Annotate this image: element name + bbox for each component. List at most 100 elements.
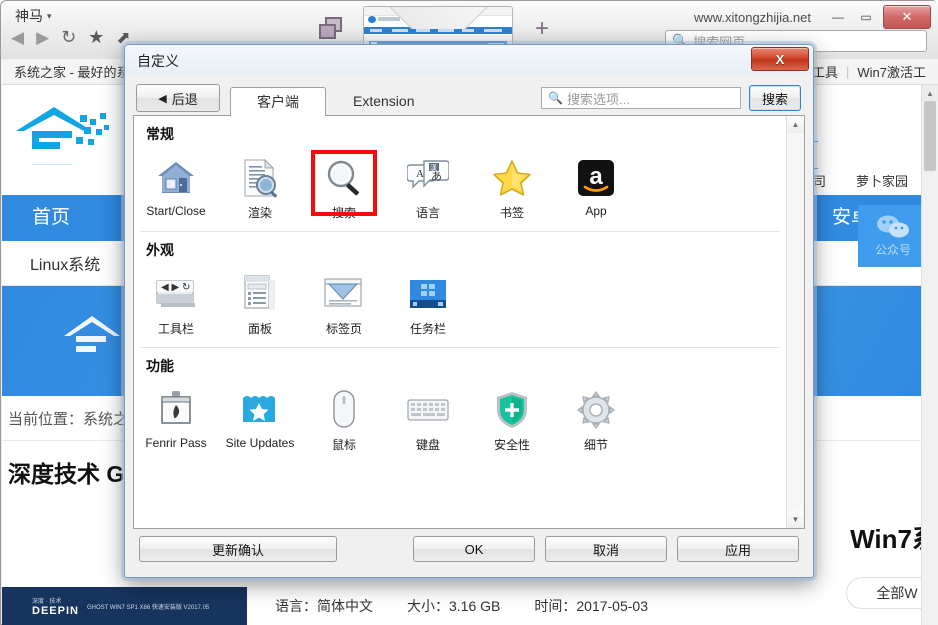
amazon-app-icon: a — [577, 156, 615, 200]
section-title: 功能 — [146, 358, 174, 374]
item-language[interactable]: A 漢 あ 语言 — [386, 150, 470, 225]
back-button-label: 后退 — [171, 91, 198, 107]
deepin-brand: DEEPIN — [32, 604, 79, 617]
scroll-up-arrow[interactable]: ▲ — [922, 85, 938, 101]
page-scrollbar[interactable]: ▲ — [921, 85, 938, 625]
item-bookmarks[interactable]: 书签 — [470, 150, 554, 225]
hot-word-1[interactable]: 司 — [813, 171, 826, 190]
browser-nav-buttons: ◀ ▶ ↻ ★ ⬈ — [11, 27, 131, 48]
cancel-button[interactable]: 取消 — [545, 536, 667, 562]
tab-stack-icon[interactable] — [319, 17, 345, 41]
language-bubbles-icon: A 漢 あ — [407, 156, 449, 200]
item-details[interactable]: 细节 — [554, 382, 638, 457]
item-label: 渲染 — [247, 206, 272, 220]
dialog-search-input[interactable]: 🔍 搜索选项... — [541, 87, 741, 109]
dialog-tabs: 客户端 Extension — [230, 86, 441, 116]
item-label: 书签 — [499, 206, 524, 220]
item-render[interactable]: 渲染 — [218, 150, 302, 225]
ok-button[interactable]: OK — [413, 536, 535, 562]
item-fenrir-pass[interactable]: Fenrir Pass — [134, 382, 218, 457]
svg-text:a: a — [589, 163, 603, 190]
fenrir-pass-icon — [159, 388, 193, 432]
magnifier-icon — [324, 156, 364, 200]
meta-size: 大小：3.16 GB — [407, 598, 501, 614]
back-icon[interactable]: ◀ — [11, 28, 24, 48]
maximize-button[interactable]: ▭ — [855, 7, 877, 27]
section-title: 外观 — [146, 242, 174, 258]
deepin-small-label: 深度 · 技术 — [32, 598, 62, 605]
item-search[interactable]: 搜索 — [302, 150, 386, 225]
item-toolbar[interactable]: ◀ ▶ ↻ 工具栏 — [134, 266, 218, 341]
site-topbar-win7[interactable]: Win7激活工 — [857, 62, 926, 81]
update-confirm-button[interactable]: 更新确认 — [139, 536, 337, 562]
site-topbar-tools[interactable]: 工具 — [812, 62, 838, 81]
dialog-close-button[interactable]: X — [751, 47, 809, 71]
home-icon — [156, 156, 196, 200]
item-label: App — [585, 204, 607, 218]
dialog-vertical-scrollbar[interactable]: ▲ ▼ — [786, 116, 804, 528]
gear-icon — [576, 388, 616, 432]
hot-word-2[interactable]: 萝卜家园 — [856, 171, 908, 190]
item-taskbar[interactable]: 任务栏 — [386, 266, 470, 341]
nav-item-linux[interactable]: Linux系统 — [2, 251, 128, 275]
apply-button[interactable]: 应用 — [677, 536, 799, 562]
search-icon: 🔍 — [548, 91, 563, 105]
browser-brand-label: 神马 — [15, 8, 43, 24]
bookmark-star-icon[interactable]: ★ — [88, 27, 104, 48]
item-app[interactable]: a App — [554, 150, 638, 225]
item-tabs-page[interactable]: 标签页 — [302, 266, 386, 341]
section-items: ◀ ▶ ↻ 工具栏 面板 标签页 任务栏 — [134, 264, 786, 345]
wechat-qr-card[interactable]: 公众号 — [858, 205, 928, 267]
item-mouse[interactable]: 鼠标 — [302, 382, 386, 457]
item-label: 搜索 — [331, 206, 356, 220]
item-keyboard[interactable]: 键盘 — [386, 382, 470, 457]
browser-brand[interactable]: 神马 ▾ — [15, 6, 52, 26]
item-security[interactable]: 安全性 — [470, 382, 554, 457]
panel-icon — [242, 272, 278, 316]
deepin-banner: 深度 · 技术 DEEPIN GHOST WIN7 SP1 X86 快速安装版 … — [2, 587, 247, 625]
taskbar-icon — [408, 272, 448, 316]
window-controls: www.xitongzhijia.net — ▭ ✕ — [694, 5, 931, 29]
section-general: 常规 Start/Close 渲染 搜索 A 漢 あ 语言 书签 a App — [134, 116, 786, 229]
wechat-icon — [877, 215, 909, 237]
site-updates-icon — [240, 388, 280, 432]
item-label: 鼠标 — [331, 438, 356, 452]
minimize-button[interactable]: — — [827, 7, 849, 27]
dialog-title: 自定义 — [137, 53, 179, 69]
dialog-footer: 更新确认 OK 取消 应用 — [133, 529, 805, 569]
item-label: 面板 — [247, 322, 272, 336]
svg-text:A: A — [416, 168, 424, 180]
close-button[interactable]: ✕ — [883, 5, 931, 29]
scrollbar-thumb[interactable] — [924, 101, 936, 171]
item-label: 安全性 — [493, 438, 530, 452]
dialog-scroll-area: 常规 Start/Close 渲染 搜索 A 漢 あ 语言 书签 a App 外… — [134, 116, 786, 528]
forward-icon[interactable]: ▶ — [36, 28, 49, 48]
nav-item-home[interactable]: 首页 — [2, 195, 101, 241]
scroll-down-arrow[interactable]: ▼ — [787, 511, 804, 528]
deepin-description: GHOST WIN7 SP1 X86 快速安装版 V2017.05 — [86, 604, 210, 611]
item-panel[interactable]: 面板 — [218, 266, 302, 341]
meta-date: 时间：2017-05-03 — [534, 598, 648, 614]
item-label: 细节 — [583, 438, 608, 452]
item-site-updates[interactable]: Site Updates — [218, 382, 302, 457]
tab-client[interactable]: 客户端 — [230, 87, 326, 116]
dialog-search-button[interactable]: 搜索 — [749, 85, 801, 111]
tab-extension[interactable]: Extension — [326, 86, 441, 115]
breadcrumb-text: 当前位置：系统之家 — [8, 410, 144, 428]
site-logo-icon — [14, 103, 118, 165]
item-start-close[interactable]: Start/Close — [134, 150, 218, 225]
svg-text:あ: あ — [431, 170, 442, 183]
svg-text:◀ ▶ ↻: ◀ ▶ ↻ — [161, 282, 190, 293]
reload-icon[interactable]: ↻ — [61, 27, 76, 48]
section-title: 常规 — [146, 126, 174, 142]
tabs-page-icon — [323, 272, 365, 316]
chevron-down-icon: ▾ — [47, 11, 52, 21]
item-label: 标签页 — [325, 322, 362, 336]
item-label: 键盘 — [415, 438, 440, 452]
scroll-up-arrow[interactable]: ▲ — [787, 116, 804, 133]
item-label: Start/Close — [146, 204, 206, 218]
new-tab-button[interactable]: + — [535, 15, 549, 43]
back-button[interactable]: ◀ 后退 — [136, 84, 220, 112]
customize-dialog: 自定义 X ◀ 后退 客户端 Extension 🔍 搜索选项... 搜索 常规… — [124, 44, 814, 578]
window-url-label: www.xitongzhijia.net — [693, 9, 811, 25]
